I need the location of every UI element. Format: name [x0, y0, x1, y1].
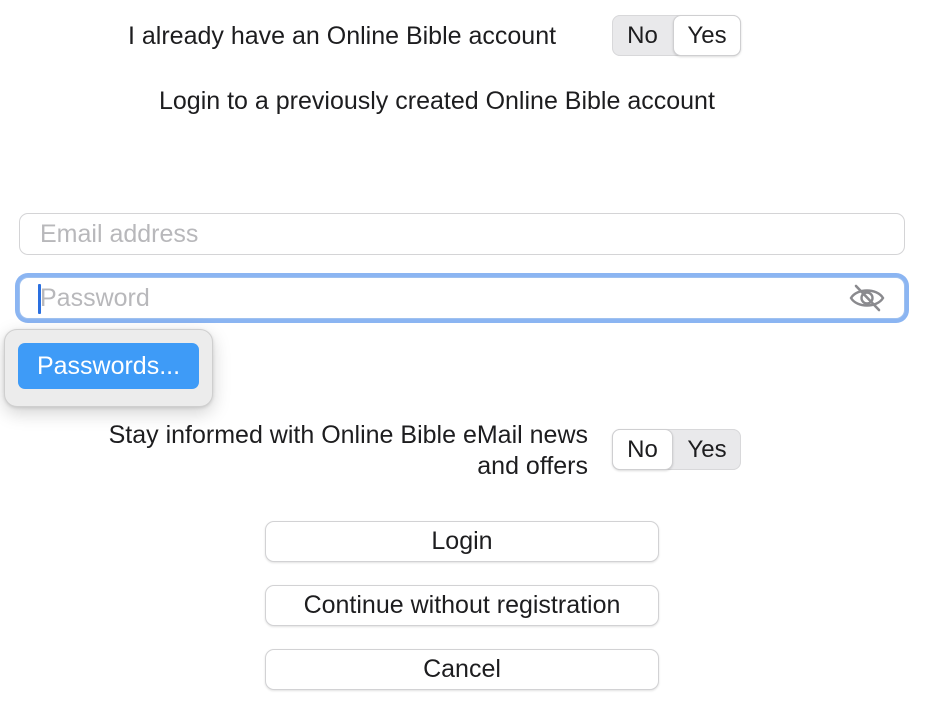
account-toggle: No Yes: [612, 15, 741, 56]
passwords-autofill-popup: Passwords...: [4, 329, 213, 407]
email-field[interactable]: [19, 213, 905, 255]
account-question-label: I already have an Online Bible account: [128, 22, 557, 50]
newsletter-toggle: No Yes: [612, 429, 741, 470]
continue-without-registration-button[interactable]: Continue without registration: [265, 585, 659, 626]
login-button[interactable]: Login: [265, 521, 659, 562]
account-toggle-no[interactable]: No: [612, 15, 673, 56]
account-toggle-yes[interactable]: Yes: [673, 15, 741, 56]
text-caret: [38, 284, 41, 314]
newsletter-question-line1: Stay informed with Online Bible eMail ne…: [108, 421, 588, 449]
passwords-autofill-item[interactable]: Passwords...: [18, 343, 199, 389]
newsletter-toggle-no[interactable]: No: [612, 429, 673, 470]
eye-slash-icon[interactable]: [848, 284, 886, 312]
login-subtitle: Login to a previously created Online Bib…: [159, 87, 715, 115]
newsletter-question-line2: and offers: [477, 452, 588, 480]
password-field[interactable]: [19, 277, 905, 319]
newsletter-toggle-yes[interactable]: Yes: [673, 429, 741, 470]
cancel-button[interactable]: Cancel: [265, 649, 659, 690]
